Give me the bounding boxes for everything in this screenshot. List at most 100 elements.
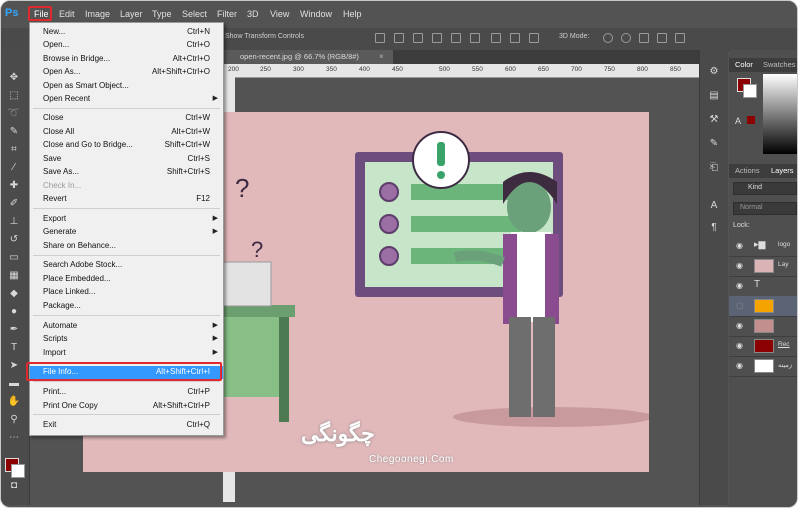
menu-item-place-linked[interactable]: Place Linked... <box>30 286 223 299</box>
distribute-bottom-icon[interactable] <box>529 33 539 43</box>
menu-item-close-all[interactable]: Close All Alt+Ctrl+W <box>30 126 223 139</box>
background-color-swatch[interactable] <box>11 464 25 478</box>
marquee-tool-icon[interactable]: ⬚ <box>7 90 21 102</box>
pen-tool-icon[interactable]: ✒ <box>7 324 21 336</box>
menu-item-generate[interactable]: Generate ▶ <box>30 226 223 239</box>
gamut-swatch[interactable] <box>747 116 755 124</box>
document-tab[interactable]: open-recent.jpg @ 66.7% (RGB/8#) × <box>223 50 393 64</box>
zoom-tool-icon[interactable]: ⚲ <box>7 414 21 426</box>
tab-actions[interactable]: Actions <box>735 166 760 175</box>
clone-source-icon[interactable]: ⎗ <box>707 162 721 174</box>
visibility-eye-icon[interactable]: ◉ <box>736 261 743 270</box>
character-panel-icon[interactable]: A <box>707 200 721 212</box>
align-bottom-icon[interactable] <box>413 33 423 43</box>
brush-panel-icon[interactable]: ✎ <box>707 138 721 150</box>
menu-item-export[interactable]: Export ▶ <box>30 213 223 226</box>
menu-item-open-as[interactable]: Open As... Alt+Shift+Ctrl+O <box>30 66 223 79</box>
menu-type[interactable]: Type <box>152 9 172 19</box>
swatches-panel-icon[interactable]: ▤ <box>707 90 721 102</box>
menu-item-scripts[interactable]: Scripts ▶ <box>30 333 223 346</box>
visibility-eye-icon[interactable]: ◉ <box>736 321 743 330</box>
3d-roll-icon[interactable] <box>621 33 631 43</box>
menu-item-open-smart-object[interactable]: Open as Smart Object... <box>30 80 223 93</box>
align-top-icon[interactable] <box>375 33 385 43</box>
menu-item-automate[interactable]: Automate ▶ <box>30 320 223 333</box>
dodge-tool-icon[interactable]: ● <box>7 306 21 318</box>
layer-row[interactable]: ◉ Lay <box>729 256 797 277</box>
type-tool-icon[interactable]: T <box>7 342 21 354</box>
3d-rotate-icon[interactable] <box>603 33 613 43</box>
3d-pan-icon[interactable] <box>639 33 649 43</box>
menu-item-print-one-copy[interactable]: Print One Copy Alt+Shift+Ctrl+P <box>30 400 223 413</box>
3d-scale-icon[interactable] <box>675 33 685 43</box>
menu-item-import[interactable]: Import ▶ <box>30 347 223 360</box>
menu-item-open[interactable]: Open... Ctrl+O <box>30 39 223 52</box>
menu-image[interactable]: Image <box>85 9 110 19</box>
tab-swatches[interactable]: Swatches <box>763 60 796 69</box>
menu-item-package[interactable]: Package... <box>30 300 223 313</box>
menu-item-save-as[interactable]: Save As... Shift+Ctrl+S <box>30 166 223 179</box>
layer-row[interactable]: ◉ ▸▆ logo <box>729 236 797 257</box>
menu-filter[interactable]: Filter <box>217 9 237 19</box>
more-tools-icon[interactable]: ⋯ <box>7 432 21 444</box>
eyedropper-tool-icon[interactable]: ⁄ <box>7 162 21 174</box>
menu-layer[interactable]: Layer <box>120 9 143 19</box>
quick-select-tool-icon[interactable]: ✎ <box>7 126 21 138</box>
history-panel-icon[interactable]: ⚙ <box>707 66 721 78</box>
tab-layers[interactable]: Layers <box>771 166 794 175</box>
hand-tool-icon[interactable]: ✋ <box>7 396 21 408</box>
align-left-icon[interactable] <box>432 33 442 43</box>
menu-item-search-stock[interactable]: Search Adobe Stock... <box>30 259 223 272</box>
layer-row[interactable]: ◉ T <box>729 276 797 297</box>
color-bg-swatch[interactable] <box>743 84 757 98</box>
menu-item-share-behance[interactable]: Share on Behance... <box>30 240 223 253</box>
tool-presets-icon[interactable]: ⚒ <box>707 114 721 126</box>
menu-edit[interactable]: Edit <box>59 9 75 19</box>
layer-row-selected[interactable]: ▢ <box>729 296 797 317</box>
eraser-tool-icon[interactable]: ▭ <box>7 252 21 264</box>
close-tab-icon[interactable]: × <box>379 52 384 61</box>
paragraph-panel-icon[interactable]: ¶ <box>707 222 721 234</box>
layer-row[interactable]: ◉ زمینه <box>729 356 797 377</box>
stamp-tool-icon[interactable]: ⊥ <box>7 216 21 228</box>
transform-controls-label[interactable]: Show Transform Controls <box>225 33 304 40</box>
menu-window[interactable]: Window <box>300 9 332 19</box>
align-hcenter-icon[interactable] <box>451 33 461 43</box>
tab-color[interactable]: Color <box>735 60 753 69</box>
visibility-eye-icon[interactable]: ◉ <box>736 281 743 290</box>
quick-mask-icon[interactable]: ◘ <box>7 480 21 492</box>
menu-item-revert[interactable]: Revert F12 <box>30 193 223 206</box>
gradient-tool-icon[interactable]: ▦ <box>7 270 21 282</box>
menu-item-place-embedded[interactable]: Place Embedded... <box>30 273 223 286</box>
color-picker-field[interactable] <box>763 74 797 154</box>
menu-view[interactable]: View <box>270 9 289 19</box>
path-select-icon[interactable]: ➤ <box>7 360 21 372</box>
healing-tool-icon[interactable]: ✚ <box>7 180 21 192</box>
visibility-eye-icon[interactable]: ◉ <box>736 341 743 350</box>
menu-item-open-recent[interactable]: Open Recent ▶ <box>30 93 223 106</box>
visibility-eye-icon[interactable]: ◉ <box>736 361 743 370</box>
brush-tool-icon[interactable]: ✐ <box>7 198 21 210</box>
visibility-eye-icon[interactable]: ◉ <box>736 241 743 250</box>
menu-item-save[interactable]: Save Ctrl+S <box>30 153 223 166</box>
move-tool-icon[interactable]: ✥ <box>7 72 21 84</box>
shape-tool-icon[interactable]: ▬ <box>7 378 21 390</box>
history-brush-icon[interactable]: ↺ <box>7 234 21 246</box>
menu-help[interactable]: Help <box>343 9 362 19</box>
menu-item-exit[interactable]: Exit Ctrl+Q <box>30 419 223 432</box>
align-vcenter-icon[interactable] <box>394 33 404 43</box>
menu-item-close-go-bridge[interactable]: Close and Go to Bridge... Shift+Ctrl+W <box>30 139 223 152</box>
blur-tool-icon[interactable]: ◆ <box>7 288 21 300</box>
3d-slide-icon[interactable] <box>657 33 667 43</box>
menu-item-new[interactable]: New... Ctrl+N <box>30 26 223 39</box>
layer-row[interactable]: ◉ Rec <box>729 336 797 357</box>
visibility-eye-icon[interactable]: ▢ <box>736 301 744 310</box>
menu-3d[interactable]: 3D <box>247 9 259 19</box>
distribute-top-icon[interactable] <box>491 33 501 43</box>
align-right-icon[interactable] <box>470 33 480 43</box>
crop-tool-icon[interactable]: ⌗ <box>7 144 21 156</box>
menu-select[interactable]: Select <box>182 9 207 19</box>
menu-item-close[interactable]: Close Ctrl+W <box>30 112 223 125</box>
menu-item-print[interactable]: Print... Ctrl+P <box>30 386 223 399</box>
menu-item-browse-bridge[interactable]: Browse in Bridge... Alt+Ctrl+O <box>30 53 223 66</box>
